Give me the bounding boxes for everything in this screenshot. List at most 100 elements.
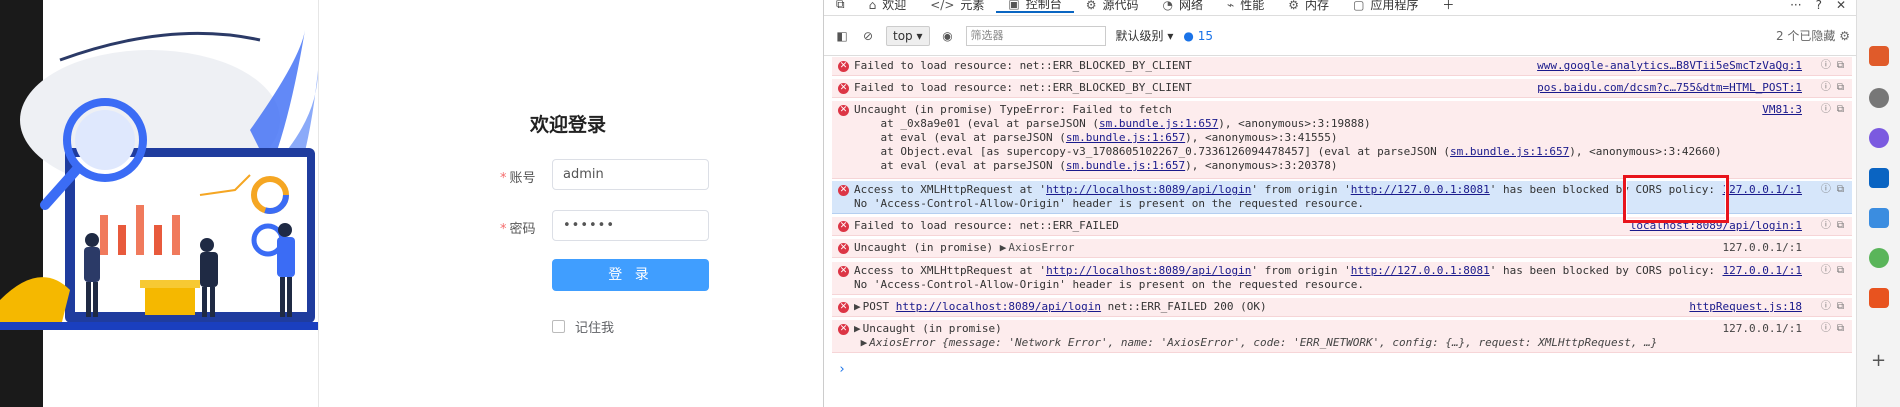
message-source-link[interactable]: httpRequest.js:18 xyxy=(1689,300,1802,314)
message-actions-icon[interactable]: ⓘ ⧉ xyxy=(1821,81,1844,95)
message-actions-icon[interactable]: ⓘ ⧉ xyxy=(1821,322,1844,336)
error-icon: ✕ xyxy=(838,243,849,254)
console-message[interactable]: ✕ Failed to load resource: net::ERR_BLOC… xyxy=(832,79,1852,98)
stack-line-prefix: at _0x8a9e01 (eval at parseJSON ( xyxy=(854,117,1100,130)
login-panel xyxy=(318,0,823,407)
username-label-text: 账号 xyxy=(509,171,536,186)
stack-line-suffix: ), <anonymous>:3:42660) xyxy=(1569,145,1722,158)
origin-url-link[interactable]: http://127.0.0.1:8081 xyxy=(1351,183,1490,196)
message-text: Uncaught (in promise) xyxy=(862,322,1002,335)
remember-label: 记住我 xyxy=(575,321,615,336)
error-icon: ✕ xyxy=(838,185,849,196)
password-label: * 密码 xyxy=(500,218,536,237)
console-message[interactable]: ✕ Uncaught (in promise) ▶ AxiosError 127.… xyxy=(832,239,1852,258)
required-asterisk: * xyxy=(500,222,507,237)
error-icon: ✕ xyxy=(838,61,849,72)
stack-line: at Object.eval [as supercopy-v3_17086051… xyxy=(854,145,1852,159)
username-label: * 账号 xyxy=(500,167,536,186)
console-message[interactable]: ✕ Uncaught (in promise) TypeError: Faile… xyxy=(832,101,1852,179)
add-sidebar-icon[interactable]: + xyxy=(1871,350,1886,371)
message-source-link[interactable]: 127.0.0.1/:1 xyxy=(1723,183,1802,197)
expand-triangle-icon[interactable]: ▶ xyxy=(1000,241,1007,254)
stack-line: at eval (eval at parseJSON (sm.bundle.js… xyxy=(854,159,1852,173)
send-icon[interactable] xyxy=(1869,208,1889,228)
request-url-link[interactable]: http://localhost:8089/api/login xyxy=(1046,264,1251,277)
error-icon: ✕ xyxy=(838,266,849,277)
error-icon: ✕ xyxy=(838,324,849,335)
expand-triangle-icon[interactable]: ▶ xyxy=(854,300,861,313)
highlight-annotation-box xyxy=(1623,175,1729,223)
chess-icon[interactable] xyxy=(1869,88,1889,108)
username-input[interactable]: admin xyxy=(552,159,709,190)
password-label-text: 密码 xyxy=(509,222,536,237)
stack-line-suffix: ), <anonymous>:3:20378) xyxy=(1185,159,1338,172)
message-text-line2: No 'Access-Control-Allow-Origin' header … xyxy=(854,278,1364,291)
error-detail[interactable]: AxiosError {message: 'Network Error', na… xyxy=(869,336,1657,349)
toolbox-icon[interactable] xyxy=(1869,46,1889,66)
message-text: POST xyxy=(862,300,896,313)
illustration-graphic xyxy=(0,0,318,407)
message-text: Failed to load resource: net::ERR_BLOCKE… xyxy=(854,59,1192,72)
login-illustration xyxy=(0,0,318,407)
message-text: ' from origin ' xyxy=(1251,183,1351,196)
message-actions-icon[interactable]: ⓘ ⧉ xyxy=(1821,300,1844,314)
message-source-link[interactable]: pos.baidu.com/dcsm?c…755&dtm=HTML_POST:1 xyxy=(1537,81,1802,95)
login-title: 欢迎登录 xyxy=(530,114,607,136)
stack-link[interactable]: sm.bundle.js:1:657 xyxy=(1066,131,1185,144)
stack-line-prefix: at eval (eval at parseJSON ( xyxy=(854,159,1066,172)
console-prompt[interactable]: › xyxy=(838,362,846,377)
stack-line: at _0x8a9e01 (eval at parseJSON (sm.bund… xyxy=(854,117,1852,131)
message-source-link[interactable]: 127.0.0.1/:1 xyxy=(1723,264,1802,278)
remember-me[interactable]: 记住我 xyxy=(552,317,614,336)
message-text: Failed to load resource: net::ERR_FAILED xyxy=(854,219,1119,232)
tree-icon[interactable] xyxy=(1869,248,1889,268)
expand-triangle-icon[interactable]: ▶ xyxy=(854,322,861,335)
outlook-icon[interactable] xyxy=(1869,168,1889,188)
message-actions-icon[interactable]: ⓘ ⧉ xyxy=(1821,219,1844,233)
error-icon: ✕ xyxy=(838,83,849,94)
stack-line-prefix: at eval (eval at parseJSON ( xyxy=(854,131,1066,144)
message-source-link[interactable]: VM81:3 xyxy=(1762,103,1802,117)
message-text: Access to XMLHttpRequest at ' xyxy=(854,264,1047,277)
expand-triangle-icon[interactable]: ▶ xyxy=(854,336,868,349)
message-source-link[interactable]: 127.0.0.1/:1 xyxy=(1723,241,1802,255)
request-url-link[interactable]: http://localhost:8089/api/login xyxy=(1046,183,1251,196)
console-message[interactable]: ✕ Failed to load resource: net::ERR_BLOC… xyxy=(832,57,1852,76)
stack-link[interactable]: sm.bundle.js:1:657 xyxy=(1099,117,1218,130)
stack-line: at eval (eval at parseJSON (sm.bundle.js… xyxy=(854,131,1852,145)
browser-sidebar: + xyxy=(1856,0,1900,407)
error-detail[interactable]: AxiosError xyxy=(1008,241,1074,254)
stack-link[interactable]: sm.bundle.js:1:657 xyxy=(1450,145,1569,158)
required-asterisk: * xyxy=(500,171,507,186)
origin-url-link[interactable]: http://127.0.0.1:8081 xyxy=(1351,264,1490,277)
stack-line-prefix: at Object.eval [as supercopy-v3_17086051… xyxy=(854,145,1451,158)
copilot-icon[interactable] xyxy=(1869,128,1889,148)
screen: 欢迎登录 * 账号 admin * 密码 •••••• 登 录 记住我 ⧉ ⌂ 欢迎 … xyxy=(0,0,1900,407)
login-button[interactable]: 登 录 xyxy=(552,259,709,291)
message-text: Uncaught (in promise) xyxy=(854,241,994,254)
stack-line-suffix: ), <anonymous>:3:41555) xyxy=(1185,131,1338,144)
message-actions-icon[interactable]: ⓘ ⧉ xyxy=(1821,183,1844,197)
message-actions-icon[interactable]: ⓘ ⧉ xyxy=(1821,103,1844,117)
message-text: Access to XMLHttpRequest at ' xyxy=(854,183,1047,196)
stack-link[interactable]: sm.bundle.js:1:657 xyxy=(1066,159,1185,172)
c-app-icon[interactable] xyxy=(1869,288,1889,308)
console-message[interactable]: ✕ ▶ Uncaught (in promise) ▶ AxiosError {me… xyxy=(832,320,1852,353)
password-input[interactable]: •••••• xyxy=(552,210,709,241)
message-source-link[interactable]: 127.0.0.1/:1 xyxy=(1723,322,1802,336)
stack-line-suffix: ), <anonymous>:3:19888) xyxy=(1218,117,1371,130)
message-actions-icon[interactable]: ⓘ ⧉ xyxy=(1821,264,1844,278)
error-icon: ✕ xyxy=(838,105,849,116)
remember-checkbox[interactable] xyxy=(552,320,565,333)
message-text: ' from origin ' xyxy=(1251,264,1351,277)
error-icon: ✕ xyxy=(838,221,849,232)
message-actions-icon[interactable]: ⓘ ⧉ xyxy=(1821,59,1844,73)
message-text: Uncaught (in promise) TypeError: Failed … xyxy=(854,103,1172,116)
message-text: net::ERR_FAILED 200 (OK) xyxy=(1101,300,1267,313)
request-url-link[interactable]: http://localhost:8089/api/login xyxy=(896,300,1101,313)
message-text: ' has been blocked by CORS policy: xyxy=(1489,264,1715,277)
console-message[interactable]: ✕ ▶ POST http://localhost:8089/api/login … xyxy=(832,298,1852,317)
error-icon: ✕ xyxy=(838,302,849,313)
message-source-link[interactable]: www.google-analytics…B8VTii5eSmcTzVaQg:1 xyxy=(1537,59,1802,73)
console-message[interactable]: ✕ Access to XMLHttpRequest at 'http://lo… xyxy=(832,262,1852,295)
